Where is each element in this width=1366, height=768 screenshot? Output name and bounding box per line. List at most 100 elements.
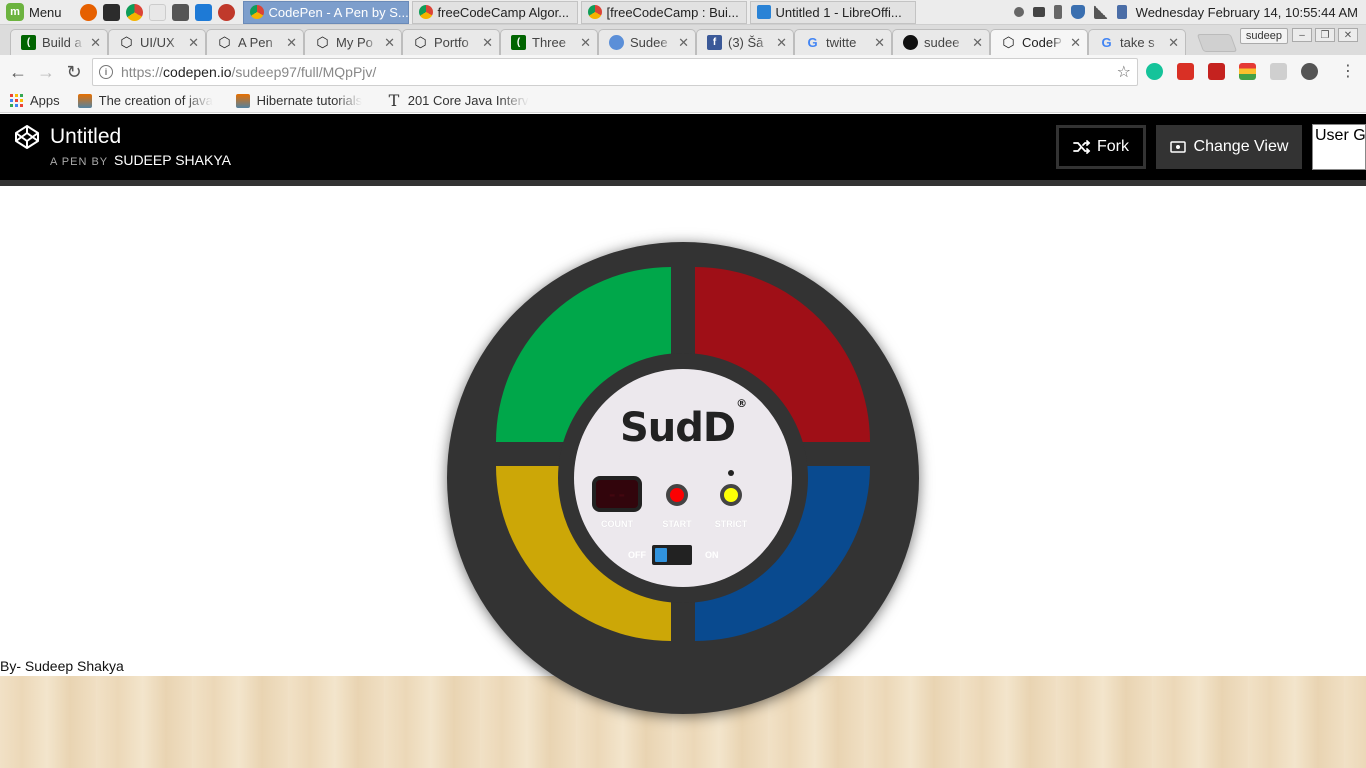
browser-tab-title: (3) Šā: [728, 35, 764, 50]
pen-title[interactable]: Untitled: [50, 125, 121, 149]
close-tab-icon[interactable]: ✕: [580, 35, 591, 51]
firefox-icon[interactable]: [79, 3, 97, 21]
facebook-icon: f: [707, 35, 722, 50]
java-icon: [77, 93, 92, 108]
browser-tab[interactable]: ⬡ A Pen ✕: [206, 29, 304, 55]
fork-icon: [1073, 140, 1091, 154]
browser-tab[interactable]: Sudee ✕: [598, 29, 696, 55]
url-scheme: https://: [121, 64, 164, 80]
browser-tab[interactable]: ⬡ Portfo ✕: [402, 29, 500, 55]
browser-tab-title: sudee: [924, 35, 960, 50]
battery-icon[interactable]: [1053, 5, 1062, 19]
text-t-icon: T: [388, 90, 400, 110]
back-arrow-icon[interactable]: [1032, 7, 1045, 17]
bookmark-item[interactable]: T 201 Core Java Interview: [388, 90, 529, 110]
extension-icon[interactable]: [1270, 63, 1287, 80]
extension-icon[interactable]: [1239, 63, 1256, 80]
task-window-fcc-algorithms[interactable]: freeCodeCamp Algor...: [411, 0, 578, 24]
close-tab-icon[interactable]: ✕: [286, 35, 297, 51]
close-window-icon[interactable]: ✕: [1338, 28, 1358, 42]
chrome-icon: [587, 5, 602, 19]
maximize-icon[interactable]: ❐: [1315, 28, 1335, 42]
browser-tab[interactable]: G twitte ✕: [794, 29, 892, 55]
close-tab-icon[interactable]: ✕: [482, 35, 493, 51]
task-window-list: CodePen - A Pen by S... freeCodeCamp Alg…: [242, 0, 916, 25]
bookmark-item[interactable]: The creation of java: [77, 93, 218, 108]
browser-tab-title: Build a: [42, 35, 82, 50]
minimize-icon[interactable]: –: [1292, 28, 1312, 42]
new-tab-button[interactable]: [1196, 34, 1238, 52]
start-button[interactable]: [666, 484, 688, 506]
browser-tab[interactable]: ⬡ UI/UX ✕: [108, 29, 206, 55]
back-button[interactable]: ←: [4, 58, 32, 86]
user-avatar[interactable]: User Gravatar: [1312, 124, 1366, 170]
mint-logo-icon: m: [6, 3, 24, 21]
network-icon[interactable]: [1093, 5, 1108, 19]
close-tab-icon[interactable]: ✕: [678, 35, 689, 51]
power-switch-knob[interactable]: [655, 548, 667, 562]
browser-tab[interactable]: G take s ✕: [1088, 29, 1186, 55]
close-tab-icon[interactable]: ✕: [384, 35, 395, 51]
clock[interactable]: Wednesday February 14, 10:55:44 AM: [1136, 5, 1358, 20]
codepen-icon: ⬡: [1002, 34, 1015, 50]
user-icon[interactable]: [1013, 7, 1024, 17]
browser-tab-strip: ( Build a ✕ ⬡ UI/UX ✕ ⬡ A Pen ✕ ⬡ My Po …: [0, 25, 1366, 55]
close-tab-icon[interactable]: ✕: [90, 35, 101, 51]
count-label: COUNT: [601, 519, 633, 529]
bookmark-apps[interactable]: Apps: [10, 93, 60, 108]
browser-tab-active[interactable]: ⬡ CodeP ✕: [990, 29, 1088, 55]
file-icon[interactable]: [148, 3, 166, 21]
change-view-button[interactable]: Change View: [1156, 125, 1302, 169]
pen-author-link[interactable]: SUDEEP SHAKYA: [114, 152, 231, 168]
bookmark-item[interactable]: Hibernate tutorials: [235, 93, 371, 108]
close-tab-icon[interactable]: ✕: [1070, 35, 1081, 51]
grammarly-icon[interactable]: [1146, 63, 1163, 80]
browser-tab[interactable]: f (3) Šā ✕: [696, 29, 794, 55]
browser-tab-title: take s: [1120, 35, 1155, 50]
forward-button[interactable]: →: [32, 58, 60, 86]
vscode-icon[interactable]: [194, 3, 212, 21]
bookmark-label: 201 Core Java Interview: [407, 93, 529, 108]
os-taskbar: m Menu CodePen - A Pen by S... freeCodeC…: [0, 0, 1366, 25]
browser-tab[interactable]: sudee ✕: [892, 29, 990, 55]
chrome-icon: [418, 5, 433, 19]
off-label: OFF: [628, 550, 646, 560]
brand-text: SudD: [619, 405, 736, 451]
terminal-icon[interactable]: [102, 3, 120, 21]
bookmark-star-icon[interactable]: ☆: [1117, 62, 1131, 82]
close-tab-icon[interactable]: ✕: [188, 35, 199, 51]
codepen-logo-icon[interactable]: [14, 124, 40, 150]
browser-tab[interactable]: ( Build a ✕: [10, 29, 108, 55]
app-icon[interactable]: [217, 3, 235, 21]
chrome-icon[interactable]: [125, 3, 143, 21]
shield-icon[interactable]: [1070, 5, 1085, 19]
bluetooth-icon[interactable]: [1116, 5, 1127, 19]
task-window-codepen[interactable]: CodePen - A Pen by S...: [242, 0, 409, 24]
fork-button[interactable]: Fork: [1056, 125, 1146, 169]
bookmarks-bar: Apps The creation of java Hibernate tuto…: [0, 89, 1366, 113]
task-window-fcc-build[interactable]: [freeCodeCamp : Bui...: [580, 0, 747, 24]
eye-icon: [1169, 141, 1186, 153]
browser-tab[interactable]: ( Three ✕: [500, 29, 598, 55]
browser-tab-title: twitte: [826, 35, 857, 50]
address-bar[interactable]: i https://codepen.io/sudeep97/full/MQpPj…: [92, 58, 1138, 86]
browser-tab[interactable]: ⬡ My Po ✕: [304, 29, 402, 55]
task-window-libreoffice[interactable]: Untitled 1 - LibreOffi...: [749, 0, 916, 24]
sublime-icon[interactable]: [171, 3, 189, 21]
close-tab-icon[interactable]: ✕: [776, 35, 787, 51]
start-menu-button[interactable]: m Menu: [0, 0, 68, 25]
power-switch[interactable]: [652, 545, 692, 565]
browser-menu-icon[interactable]: ⋮: [1340, 63, 1356, 81]
close-tab-icon[interactable]: ✕: [1168, 35, 1179, 51]
close-tab-icon[interactable]: ✕: [972, 35, 983, 51]
extension-icon[interactable]: [1208, 63, 1225, 80]
reload-button[interactable]: ↻: [60, 58, 88, 86]
extension-icon[interactable]: [1301, 63, 1318, 80]
profile-chip[interactable]: sudeep: [1239, 28, 1288, 44]
close-tab-icon[interactable]: ✕: [874, 35, 885, 51]
strict-button[interactable]: [720, 484, 742, 506]
extension-icon[interactable]: [1177, 63, 1194, 80]
browser-tab-title: Three: [532, 35, 566, 50]
bookmark-label: The creation of java: [98, 93, 213, 108]
info-icon[interactable]: i: [99, 65, 113, 79]
